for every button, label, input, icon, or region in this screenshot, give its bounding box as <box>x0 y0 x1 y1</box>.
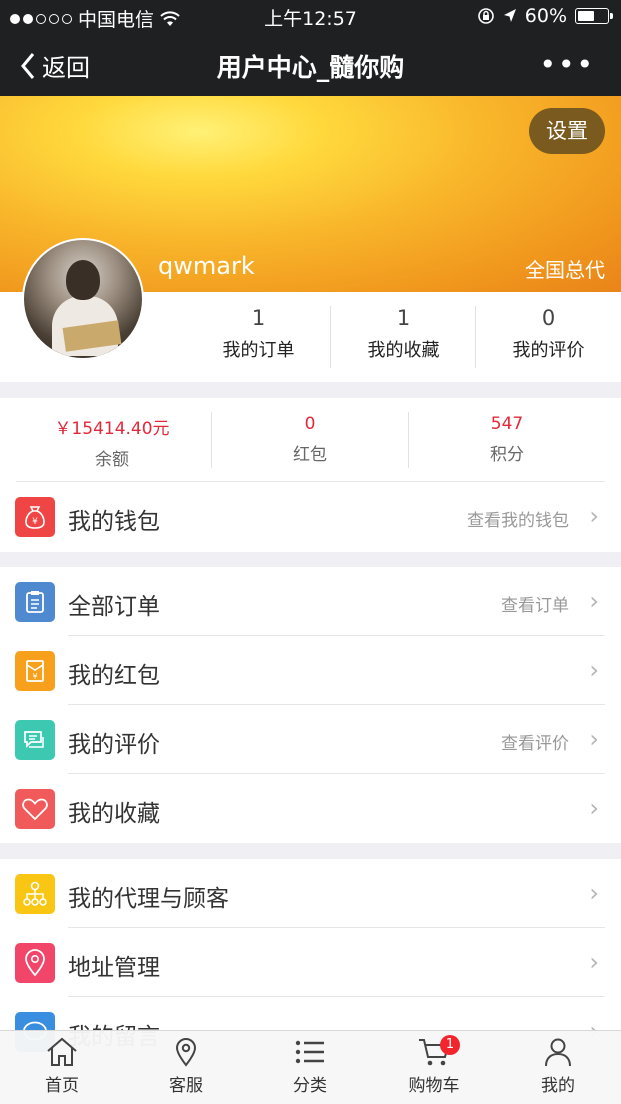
tab-label: 客服 <box>169 1076 203 1096</box>
chevron-right-icon: › <box>589 879 599 907</box>
status-bar: 中国电信 上午12:57 60% <box>0 0 621 32</box>
my-agents-row[interactable]: 我的代理与顾客 › <box>0 859 621 928</box>
nav-bar: 返回 用户中心_髓你购 ••• <box>0 36 621 92</box>
clipboard-icon <box>15 582 55 622</box>
my-reviews-row[interactable]: 我的评价 查看评价 › <box>0 705 621 774</box>
location-arrow-icon <box>503 9 516 22</box>
points-label: 积分 <box>490 445 524 465</box>
redpacket-label: 红包 <box>293 445 327 465</box>
more-button[interactable]: ••• <box>539 48 595 81</box>
username: qwmark <box>158 252 255 280</box>
comment-icon <box>15 720 55 760</box>
address-row[interactable]: 地址管理 › <box>0 928 621 997</box>
stat-value: 1 <box>396 306 411 330</box>
wallet-balance[interactable]: ￥15414.40元 余额 <box>14 414 210 470</box>
row-label: 我的代理与顾客 <box>68 886 229 912</box>
chevron-right-icon: › <box>589 502 599 530</box>
row-hint: 查看我的钱包 <box>467 511 569 531</box>
red-envelope-icon: ¥ <box>15 651 55 691</box>
all-orders-row[interactable]: 全部订单 查看订单 › <box>0 567 621 636</box>
wallet-redpacket[interactable]: 0 红包 <box>212 414 408 465</box>
tab-bar: 首页 客服 分类 1 购物车 我的 <box>0 1030 621 1104</box>
stat-label: 我的评价 <box>512 340 585 361</box>
my-favorites-row[interactable]: 我的收藏 › <box>0 774 621 843</box>
account-menu-group: 我的代理与顾客 › 地址管理 › 我的留言 › <box>0 859 621 1052</box>
balance-label: 余额 <box>95 450 129 470</box>
row-label: 全部订单 <box>68 594 160 620</box>
stat-reviews[interactable]: 0 我的评价 <box>476 306 621 362</box>
org-chart-icon <box>15 874 55 914</box>
wallet-points[interactable]: 547 积分 <box>409 414 605 465</box>
chevron-right-icon: › <box>589 725 599 753</box>
chevron-right-icon: › <box>589 794 599 822</box>
tab-label: 首页 <box>45 1076 79 1096</box>
svg-text:¥: ¥ <box>32 672 37 681</box>
my-wallet-row[interactable]: ¥ 我的钱包 查看我的钱包 › <box>0 482 621 551</box>
tab-service[interactable]: 客服 <box>124 1037 248 1096</box>
chevron-right-icon: › <box>589 656 599 684</box>
stat-favorites[interactable]: 1 我的收藏 <box>331 306 476 362</box>
page-title: 用户中心_髓你购 <box>216 53 405 82</box>
tab-label: 购物车 <box>408 1076 460 1096</box>
chevron-right-icon: › <box>589 587 599 615</box>
order-menu-group: 全部订单 查看订单 › ¥ 我的红包 › 我的评价 查看评价 › 我的收藏 › <box>0 567 621 843</box>
stat-label: 我的收藏 <box>367 340 440 361</box>
location-pin-icon <box>175 1038 197 1067</box>
svg-text:¥: ¥ <box>32 517 38 527</box>
row-label: 我的评价 <box>68 732 160 758</box>
chevron-right-icon: › <box>589 948 599 976</box>
top-bar: 中国电信 上午12:57 60% 返回 用户中心_髓你购 ••• <box>0 0 621 96</box>
money-bag-icon: ¥ <box>15 497 55 537</box>
row-hint: 查看订单 <box>501 596 569 616</box>
settings-button[interactable]: 设置 <box>529 108 605 154</box>
balance-value: ￥15414.40元 <box>54 419 170 439</box>
member-level: 全国总代 <box>525 258 605 282</box>
row-label: 我的红包 <box>68 663 160 689</box>
battery-icon <box>575 8 613 24</box>
tab-category[interactable]: 分类 <box>248 1037 372 1096</box>
points-value: 547 <box>490 414 524 434</box>
row-label: 地址管理 <box>68 955 160 981</box>
list-icon <box>295 1040 324 1064</box>
tab-mine[interactable]: 我的 <box>496 1037 620 1096</box>
tab-home[interactable]: 首页 <box>0 1037 124 1096</box>
heart-icon <box>15 789 55 829</box>
stat-orders[interactable]: 1 我的订单 <box>186 306 331 362</box>
user-icon <box>545 1038 571 1067</box>
stat-value: 1 <box>251 306 266 330</box>
avatar[interactable] <box>22 238 144 360</box>
tab-cart[interactable]: 1 购物车 <box>372 1035 496 1096</box>
my-redpackets-row[interactable]: ¥ 我的红包 › <box>0 636 621 705</box>
battery-percent: 60% <box>524 5 567 27</box>
location-pin-icon <box>15 943 55 983</box>
row-label: 我的钱包 <box>68 509 160 535</box>
cart-badge: 1 <box>440 1035 460 1055</box>
orientation-lock-icon <box>477 8 494 24</box>
wallet-section: ￥15414.40元 余额 0 红包 547 积分 ¥ 我的钱包 查看我的钱包 … <box>0 398 621 552</box>
stat-value: 0 <box>541 306 556 330</box>
row-label: 我的收藏 <box>68 801 160 827</box>
home-icon <box>47 1037 77 1066</box>
stat-label: 我的订单 <box>222 340 295 361</box>
redpacket-value: 0 <box>304 414 316 434</box>
row-hint: 查看评价 <box>501 734 569 754</box>
tab-label: 分类 <box>293 1076 327 1096</box>
tab-label: 我的 <box>541 1076 575 1096</box>
